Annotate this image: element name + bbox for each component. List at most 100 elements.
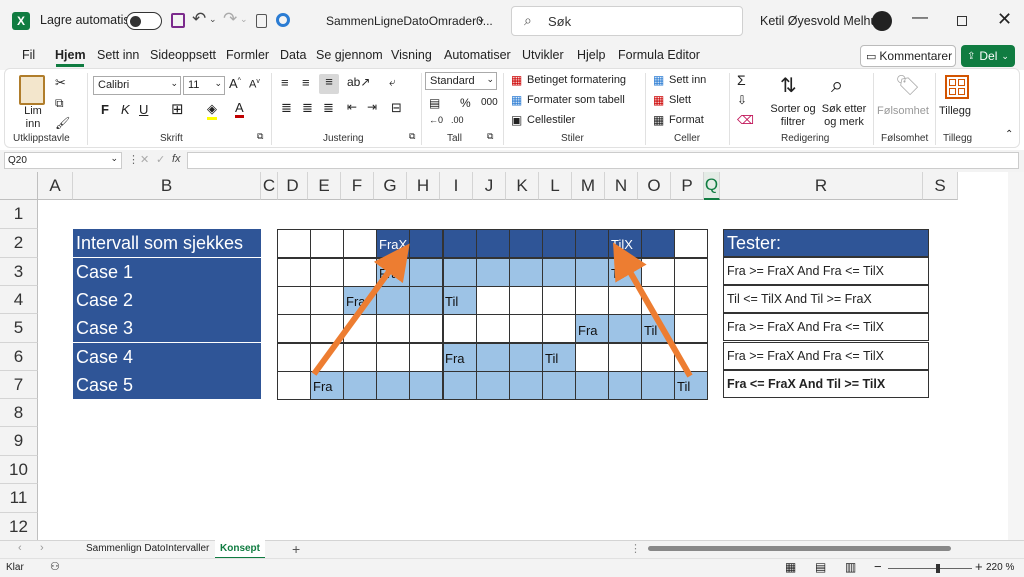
tab-visning[interactable]: Visning <box>391 48 432 62</box>
save-icon[interactable] <box>171 13 185 28</box>
wrap-text-icon[interactable]: ⤶ <box>389 75 396 90</box>
avatar[interactable] <box>872 11 892 31</box>
zoom-slider[interactable] <box>888 564 972 573</box>
delete-cells-icon[interactable]: ▦ <box>653 93 664 107</box>
search-box[interactable]: ⌕ Søk <box>511 6 743 36</box>
redo-icon[interactable]: ↷ <box>223 9 237 29</box>
cancel-entry-icon[interactable]: ✕ <box>140 153 149 166</box>
formula-input[interactable] <box>187 152 1019 169</box>
tests-header[interactable]: Tester: <box>723 229 929 257</box>
format-as-table-icon[interactable]: ▦ <box>511 93 522 107</box>
tab-fil[interactable]: Fil <box>22 48 35 62</box>
conditional-formatting-icon[interactable]: ▦ <box>511 73 522 87</box>
autosave-toggle[interactable] <box>126 12 162 30</box>
more-options-icon[interactable]: ⋮ <box>128 153 139 166</box>
tab-utvikler[interactable]: Utvikler <box>522 48 564 62</box>
font-name-select[interactable]: Calibri ⌄ <box>93 76 181 95</box>
comma-style-icon[interactable]: 000 <box>481 97 498 108</box>
name-box[interactable]: Q20 ⌄ <box>4 152 122 169</box>
format-as-table-button[interactable]: Formater som tabell <box>527 94 625 106</box>
font-size-select[interactable]: 11 ⌄ <box>183 76 225 95</box>
accessibility-icon[interactable]: ⚇ <box>50 560 60 573</box>
number-format-select[interactable]: Standard ⌄ <box>425 72 497 90</box>
align-bottom-icon[interactable]: ≡ <box>319 74 339 94</box>
align-center-icon[interactable]: ≣ <box>302 100 313 116</box>
sort-filter-button[interactable]: Sorter og filtrer <box>767 103 819 129</box>
cell-styles-button[interactable]: Cellestiler <box>527 114 575 126</box>
paste-icon[interactable] <box>19 75 45 105</box>
touch-mode-icon[interactable] <box>256 14 267 28</box>
filename[interactable]: SammenLigneDatoOmrader0... <box>326 14 493 28</box>
font-launcher-icon[interactable]: ⧉ <box>257 131 263 142</box>
cell-styles-icon[interactable]: ▣ <box>511 113 522 127</box>
tab-sett-inn[interactable]: Sett inn <box>97 48 139 62</box>
copy-icon[interactable]: ⧉ <box>55 96 64 111</box>
number-launcher-icon[interactable]: ⧉ <box>487 131 493 142</box>
increase-decimal-icon[interactable]: ←0 <box>429 115 443 125</box>
next-sheet-icon[interactable]: › <box>40 542 44 554</box>
page-break-icon[interactable]: ▥ <box>845 560 856 574</box>
filename-dropdown-icon[interactable]: ⌄ <box>476 11 486 25</box>
align-middle-icon[interactable]: ≡ <box>302 75 310 90</box>
page-layout-icon[interactable]: ▤ <box>815 560 826 574</box>
tab-hjem[interactable]: Hjem <box>55 48 86 62</box>
decrease-decimal-icon[interactable]: .00 <box>451 115 464 125</box>
decrease-indent-icon[interactable]: ⇤ <box>347 100 357 114</box>
alignment-launcher-icon[interactable]: ⧉ <box>409 131 415 142</box>
zoom-slider-thumb[interactable] <box>936 564 940 573</box>
align-right-icon[interactable]: ≣ <box>323 100 334 116</box>
insert-function-icon[interactable]: fx <box>172 153 181 165</box>
cut-icon[interactable]: ✂ <box>55 75 66 91</box>
increase-font-icon[interactable]: A^ <box>229 76 241 91</box>
tab-se-gjennom[interactable]: Se gjennom <box>316 48 383 62</box>
percent-icon[interactable]: % <box>460 96 471 110</box>
prev-sheet-icon[interactable]: ‹ <box>18 542 22 554</box>
close-icon[interactable]: ✕ <box>997 9 1012 30</box>
test-row-1[interactable]: Fra >= FraX And Fra <= TilX <box>723 257 929 285</box>
font-color-icon[interactable]: A <box>235 100 244 118</box>
sort-filter-icon[interactable]: ⇅ <box>780 73 797 98</box>
tab-sideoppsett[interactable]: Sideoppsett <box>150 48 216 62</box>
italic-button[interactable]: K <box>121 102 130 117</box>
horizontal-scroll-thumb[interactable] <box>648 546 951 551</box>
align-left-icon[interactable]: ≣ <box>281 100 292 116</box>
tab-automatiser[interactable]: Automatiser <box>444 48 511 62</box>
tab-data[interactable]: Data <box>280 48 306 62</box>
sensitivity-button[interactable]: Følsomhet <box>877 105 929 117</box>
normal-view-icon[interactable]: ▦ <box>785 560 796 574</box>
horizontal-scrollbar[interactable] <box>648 544 1002 554</box>
format-cells-icon[interactable]: ▦ <box>653 113 664 127</box>
confirm-entry-icon[interactable]: ✓ <box>156 153 165 166</box>
autosum-icon[interactable]: Σ <box>737 72 746 88</box>
decrease-font-icon[interactable]: Av <box>249 78 260 91</box>
sensitivity-icon[interactable]: 🏷 <box>895 73 920 98</box>
border-icon[interactable]: ⊞ <box>171 100 184 118</box>
tabs-more-icon[interactable]: ⋮ <box>630 542 641 555</box>
increase-indent-icon[interactable]: ⇥ <box>367 100 377 114</box>
orientation-icon[interactable]: ab↗ <box>347 75 370 89</box>
find-select-button[interactable]: Søk etter og merk <box>817 103 871 129</box>
bold-button[interactable]: F <box>101 102 109 117</box>
user-name[interactable]: Ketil Øyesvold Melhus <box>760 14 884 28</box>
insert-cells-icon[interactable]: ▦ <box>653 73 664 87</box>
worksheet-grid[interactable]: ABCDEFGHIJKLMNOPQRS 1 2 3 4 5 6 7 8 9 10 11 12 Inte… <box>0 172 1024 541</box>
fill-icon[interactable]: ⇩ <box>737 93 747 107</box>
comments-button[interactable]: ▭ Kommentarer <box>860 45 956 67</box>
underline-button[interactable]: U <box>139 102 148 117</box>
sheet-tab-konsept[interactable]: Konsept <box>215 540 265 559</box>
share-button[interactable]: ⇪ Del ⌄ <box>961 45 1015 67</box>
collapse-ribbon-icon[interactable]: ⌃ <box>1005 129 1013 140</box>
format-cells-button[interactable]: Format <box>669 114 704 126</box>
test-row-2[interactable]: Til <= TilX And Til >= FraX <box>723 285 929 313</box>
zoom-level[interactable]: 220 % <box>986 562 1014 573</box>
insert-cells-button[interactable]: Sett inn <box>669 74 706 86</box>
test-row-5[interactable]: Fra <= FraX And Til >= TilX <box>723 370 929 398</box>
sheet-tab-sammenlign[interactable]: Sammenlign DatoIntervaller <box>86 543 209 554</box>
addins-button[interactable]: Tillegg <box>939 105 971 117</box>
redo-dropdown-icon[interactable]: ⌄ <box>240 14 248 25</box>
undo-icon[interactable]: ↶ <box>192 9 206 29</box>
find-select-icon[interactable]: ⌕ <box>831 72 843 98</box>
zoom-in-icon[interactable]: + <box>975 559 983 574</box>
tab-hjelp[interactable]: Hjelp <box>577 48 606 62</box>
test-row-4[interactable]: Fra >= FraX And Fra <= TilX <box>723 342 929 370</box>
